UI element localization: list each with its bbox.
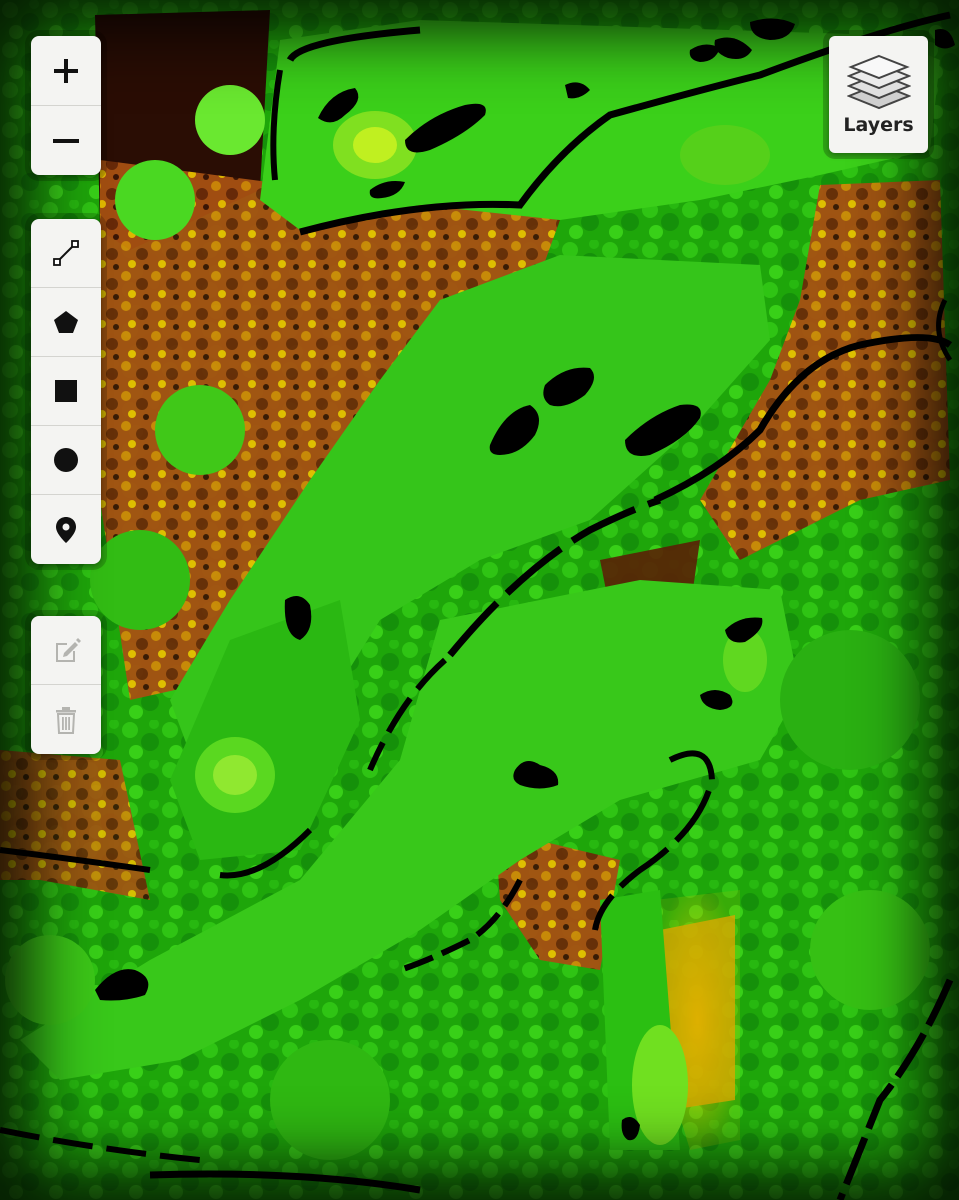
delete-layers-button[interactable] [31, 685, 101, 754]
zoom-out-button[interactable] [31, 106, 101, 175]
edit-icon [56, 638, 81, 662]
square-icon [55, 380, 77, 402]
map-canvas[interactable]: Layers [0, 0, 959, 1200]
layers-icon [846, 54, 911, 109]
zoom-in-button[interactable] [31, 36, 101, 106]
circle-icon [54, 448, 78, 472]
edit-layers-button[interactable] [31, 616, 101, 685]
draw-polygon-button[interactable] [31, 288, 101, 357]
draw-polyline-button[interactable] [31, 219, 101, 288]
zoom-control [31, 36, 101, 175]
pentagon-icon [54, 311, 78, 333]
vegetation-index-map [0, 0, 959, 1200]
draw-marker-button[interactable] [31, 495, 101, 564]
layers-label: Layers [843, 113, 914, 136]
map-pin-icon [56, 516, 76, 543]
draw-rectangle-button[interactable] [31, 357, 101, 426]
layers-control-button[interactable]: Layers [829, 36, 928, 153]
minus-icon [53, 138, 79, 143]
trash-icon [56, 706, 76, 734]
edit-toolbar [31, 616, 101, 754]
plus-icon [54, 58, 78, 83]
polyline-icon [53, 240, 79, 266]
draw-toolbar [31, 219, 101, 564]
draw-circle-button[interactable] [31, 426, 101, 495]
